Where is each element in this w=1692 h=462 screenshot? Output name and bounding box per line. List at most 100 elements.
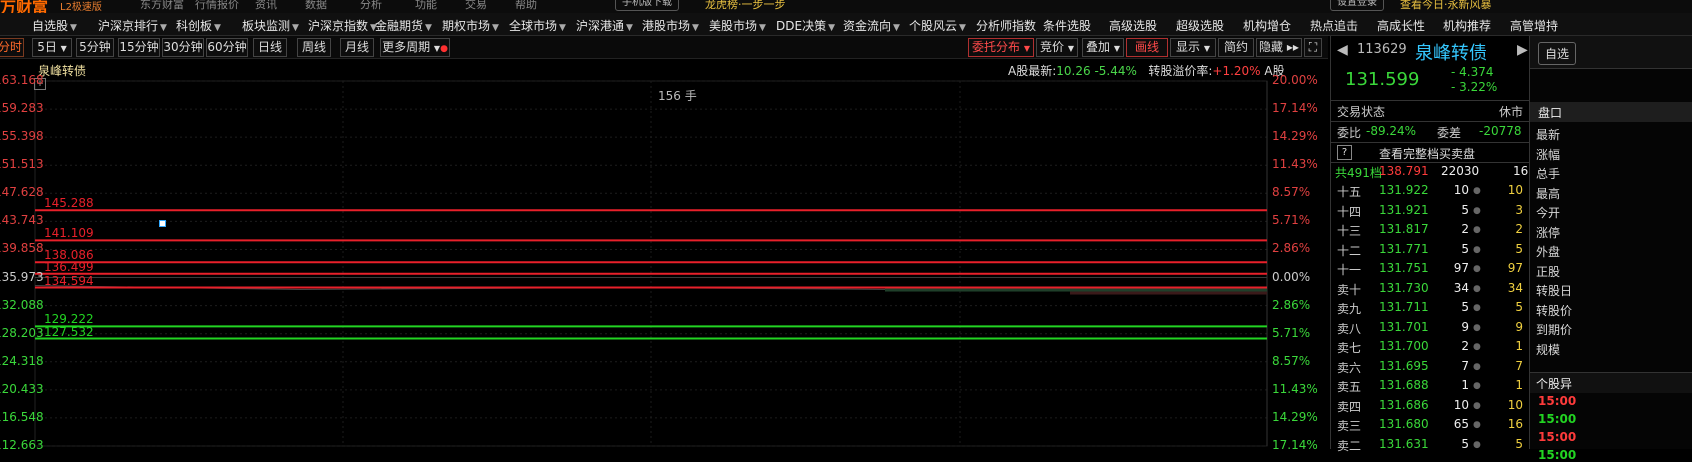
book-row[interactable]: 卖九 131.711 5 ● 5 [1331, 299, 1529, 318]
book-count: 2 [1515, 222, 1523, 236]
chevron-down-icon: ▼ [959, 23, 966, 33]
nav-item[interactable]: DDE决策 ▼ [776, 17, 835, 34]
book-row[interactable]: 卖二 131.631 5 ● 5 [1331, 436, 1529, 455]
book-row[interactable]: 十一 131.751 97 ● 97 [1331, 260, 1529, 279]
book-count: 5 [1515, 241, 1523, 256]
nav-item[interactable]: 科创板 ▼ [176, 17, 221, 34]
nav-item[interactable]: 美股市场 ▼ [709, 17, 766, 34]
nav-item[interactable]: 期权市场 ▼ [442, 17, 499, 34]
help-icon[interactable]: ? [1337, 145, 1352, 160]
nav-item[interactable]: 机构增仓 [1243, 17, 1291, 34]
nav-item[interactable]: 资金流向 ▼ [843, 17, 900, 34]
display-button[interactable]: 显示 ▼ [1170, 38, 1216, 57]
period-15min[interactable]: 15分钟 [118, 38, 160, 57]
prev-stock-icon[interactable]: ◀ [1337, 42, 1348, 58]
book-price: 131.701 [1379, 319, 1429, 334]
book-row[interactable]: 卖十 131.730 34 ● 34 [1331, 280, 1529, 299]
chart-title: 泉峰转债 [38, 64, 87, 78]
fullscreen-icon[interactable]: ⛶ [1304, 38, 1322, 57]
intraday-chart[interactable]: 泉峰转债 + 156 手 A股最新:10.26 -5.44% 转股溢价率:+1.… [0, 59, 1328, 452]
hot-search-link[interactable]: 查看今日·永新风暴 [1400, 0, 1492, 12]
book-count: 5 [1515, 300, 1523, 314]
period-intraday[interactable]: 分时 [0, 38, 24, 57]
self-select-button[interactable]: 自选 [1538, 42, 1577, 65]
dot-icon: ● [1473, 381, 1481, 391]
top-link[interactable]: 分析 [360, 0, 382, 12]
book-row[interactable]: 卖八 131.701 9 ● 9 [1331, 319, 1529, 338]
nav-item[interactable]: 条件选股 [1043, 17, 1091, 34]
nav-item[interactable]: 高级选股 [1109, 17, 1157, 34]
order-distribution-button[interactable]: 委托分布 ▼ [968, 38, 1034, 57]
period-more[interactable]: 更多周期 ▼● [380, 38, 450, 57]
simple-button[interactable]: 简约 [1218, 38, 1254, 57]
percent-tick: 2.86% [1272, 297, 1311, 312]
top-link[interactable]: 功能 [415, 0, 437, 12]
nav-item[interactable]: 高成长性 [1377, 17, 1425, 34]
dot-icon: ● [1473, 186, 1481, 196]
hide-button[interactable]: 隐藏 ▸▸ [1256, 38, 1302, 57]
nav-item[interactable]: 板块监测 ▼ [242, 17, 299, 34]
period-30min[interactable]: 30分钟 [162, 38, 204, 57]
chevron-down-icon: ▼ [626, 23, 633, 33]
price-tick: 135.973 [0, 269, 44, 284]
nav-item[interactable]: 金融期货 ▼ [375, 17, 432, 34]
price-tick: 120.433 [0, 381, 44, 396]
top-link[interactable]: 行情报价 [195, 0, 239, 12]
period-60min[interactable]: 60分钟 [206, 38, 248, 57]
period-week[interactable]: 周线 [297, 38, 331, 57]
book-row[interactable]: 卖三 131.680 65 ● 16 [1331, 416, 1529, 435]
dot-icon: ● [1473, 205, 1481, 216]
nav-item[interactable]: 超级选股 [1176, 17, 1224, 34]
nav-item[interactable]: 沪深京指数 ▼ [308, 17, 377, 34]
full-book-row[interactable]: ? 查看完整档买卖盘 [1331, 142, 1529, 163]
nav-item[interactable]: 机构推荐 [1443, 17, 1491, 34]
period-day[interactable]: 日线 [253, 38, 287, 57]
book-row[interactable]: 十四 131.921 5 ● 3 [1331, 202, 1529, 221]
nav-item[interactable]: 热点追击 [1310, 17, 1358, 34]
nav-item[interactable]: 全球市场 ▼ [509, 17, 566, 34]
book-row[interactable]: 卖四 131.686 10 ● 10 [1331, 397, 1529, 416]
nav-item[interactable]: 自选股 ▼ [32, 17, 77, 34]
nav-item[interactable]: 沪深京排行 ▼ [98, 17, 167, 34]
period-month[interactable]: 月线 [340, 38, 374, 57]
volume-label: 156 手 [658, 89, 697, 103]
book-level: 卖六 [1337, 360, 1362, 375]
draw-handle-icon[interactable] [159, 220, 166, 227]
nav-item[interactable]: 沪深港通 ▼ [576, 17, 633, 34]
login-button[interactable]: 设置登录 [1330, 0, 1384, 11]
nav-item[interactable]: 个股风云 ▼ [909, 17, 966, 34]
top-link[interactable]: 数据 [305, 0, 327, 12]
level-label[interactable]: 127.532 [44, 325, 94, 339]
level-label[interactable]: 141.109 [44, 226, 94, 240]
mobile-download-button[interactable]: 手机版下载 [615, 0, 679, 11]
auction-button[interactable]: 竞价 ▼ [1036, 38, 1078, 57]
nav-item[interactable]: 港股市场 ▼ [642, 17, 699, 34]
nav-item[interactable]: 分析师指数 [976, 17, 1036, 34]
book-row[interactable]: 卖五 131.688 1 ● 1 [1331, 377, 1529, 396]
draw-line-button[interactable]: 画线 [1126, 38, 1168, 57]
book-row[interactable]: 十五 131.922 10 ● 10 [1331, 182, 1529, 201]
book-row[interactable]: 卖六 131.695 7 ● 7 [1331, 358, 1529, 377]
next-stock-icon[interactable]: ▶ [1517, 42, 1528, 58]
book-row[interactable]: 卖七 131.700 2 ● 1 [1331, 338, 1529, 357]
promo-link[interactable]: 龙虎榜·一步一步 [705, 0, 786, 12]
top-link[interactable]: 东方财富 [140, 0, 184, 12]
book-row[interactable]: 十三 131.817 2 ● 2 [1331, 221, 1529, 240]
level-label[interactable]: 136.499 [44, 260, 94, 274]
top-link[interactable]: 资讯 [255, 0, 277, 12]
side-label: 最新 [1536, 128, 1561, 142]
full-book-link[interactable]: 查看完整档买卖盘 [1379, 145, 1475, 162]
nav-item[interactable]: 高管增持 [1510, 17, 1558, 34]
period-5day[interactable]: 5日 ▼ [32, 38, 72, 57]
book-row[interactable]: 十二 131.771 5 ● 5 [1331, 241, 1529, 260]
book-count: 5 [1515, 436, 1523, 451]
price-tick: 139.858 [0, 241, 44, 256]
period-5min[interactable]: 5分钟 [76, 38, 114, 57]
book-volume: 5 [1461, 241, 1469, 256]
level-label[interactable]: 134.594 [44, 274, 94, 288]
level-label[interactable]: 145.288 [44, 196, 94, 210]
top-link[interactable]: 帮助 [515, 0, 537, 12]
book-level: 卖二 [1337, 438, 1362, 453]
top-link[interactable]: 交易 [465, 0, 487, 12]
overlay-button[interactable]: 叠加 ▼ [1082, 38, 1124, 57]
